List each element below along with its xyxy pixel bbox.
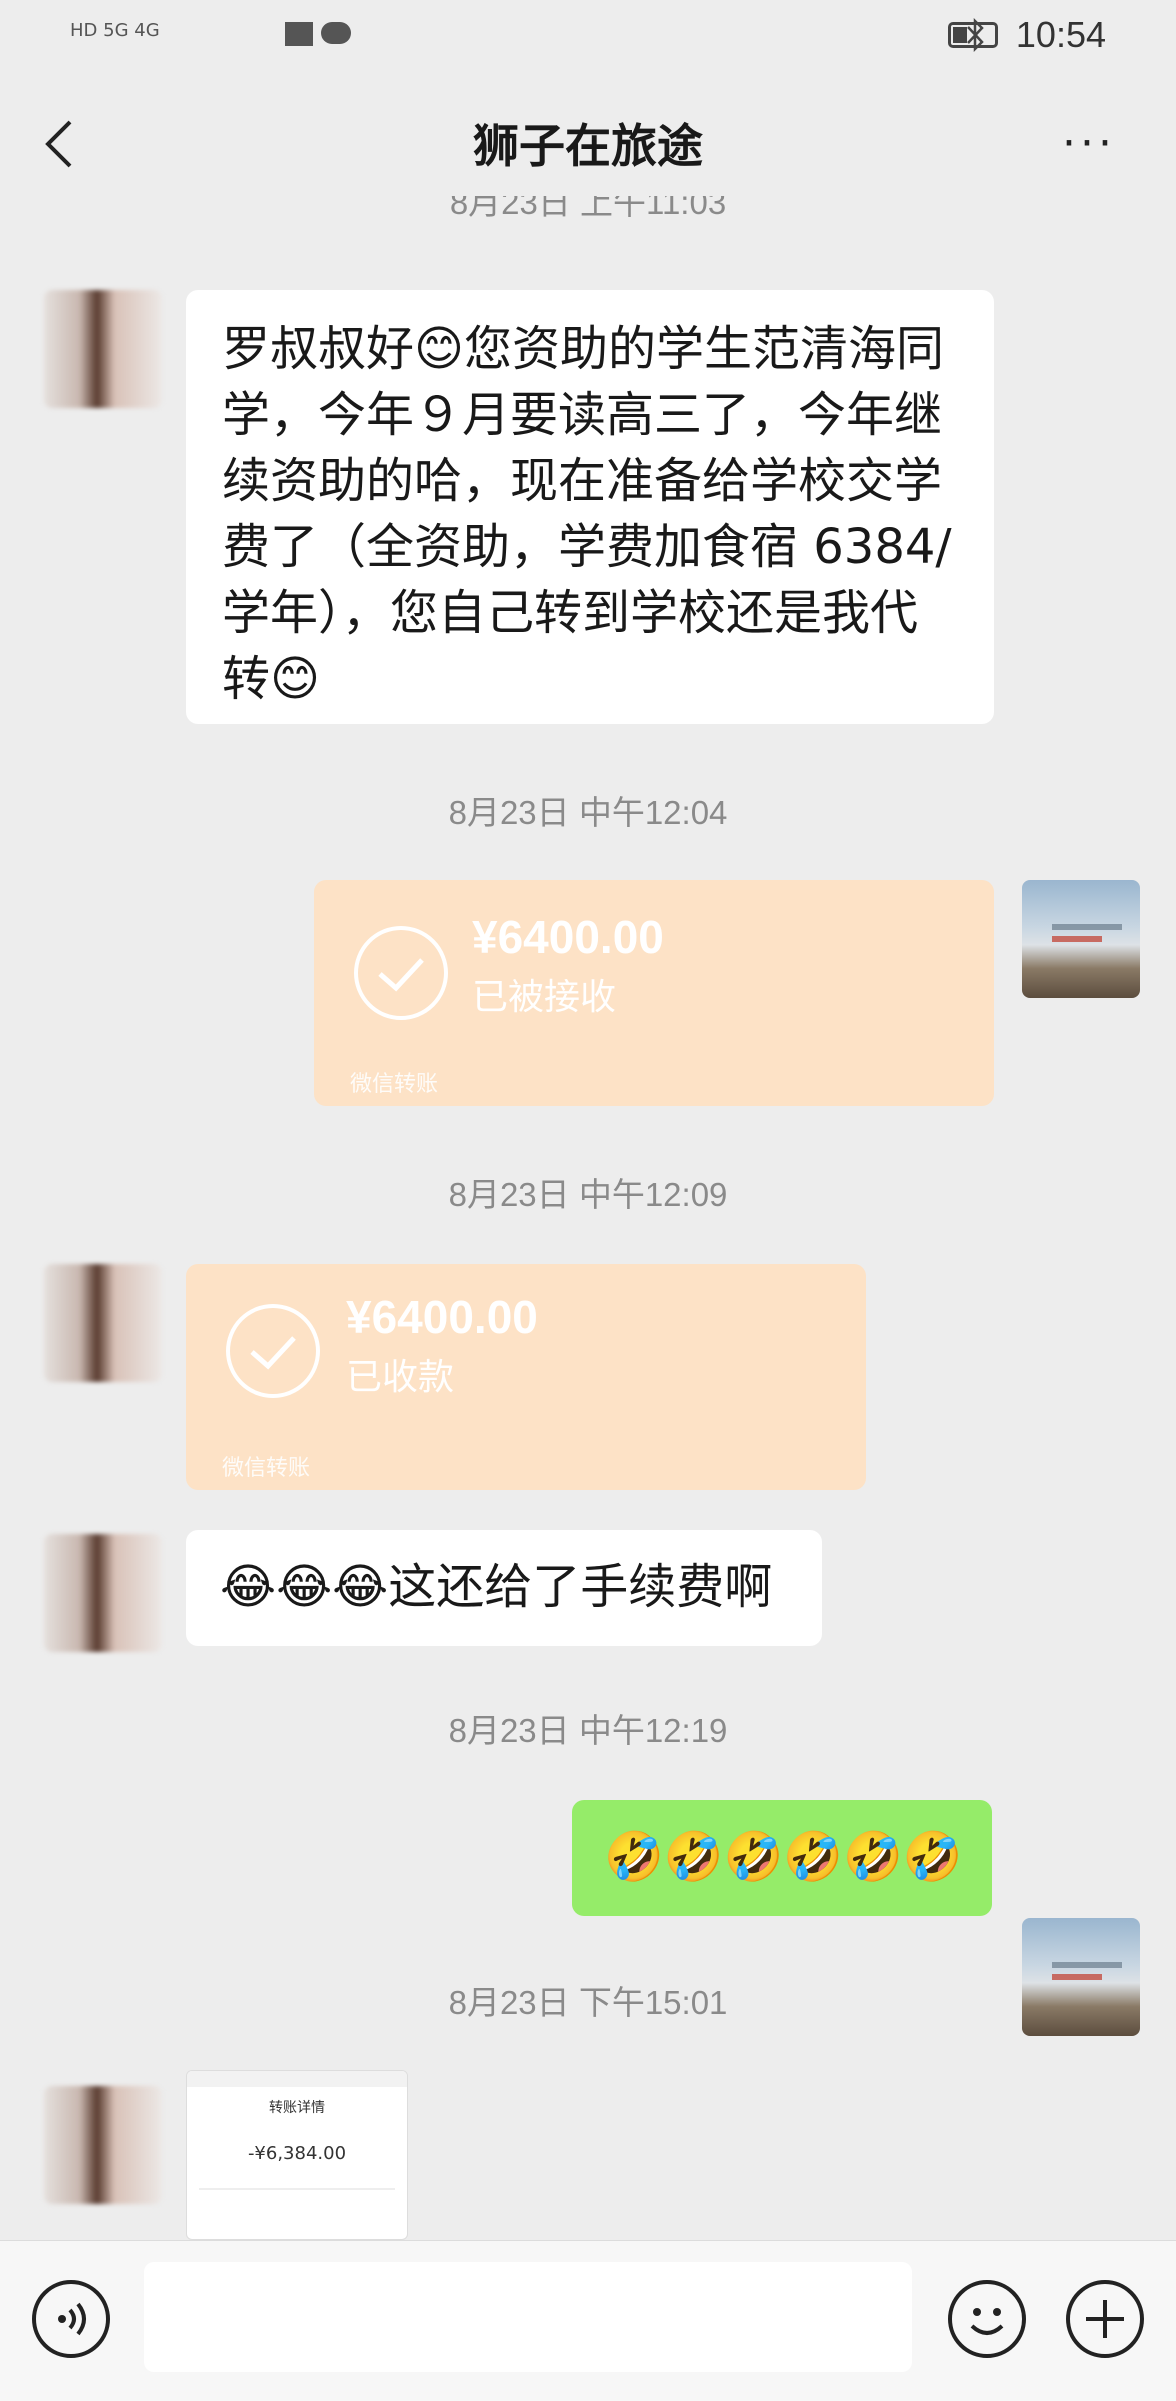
plus-button[interactable] <box>1066 2280 1144 2358</box>
timestamp: 8月23日 中午12:09 <box>448 1176 728 1213</box>
transfer-card[interactable]: ¥6400.00 已被接收 微信转账 <box>314 880 994 1106</box>
emoji-button[interactable] <box>948 2280 1026 2358</box>
more-button[interactable]: ··· <box>1062 118 1116 169</box>
avatar[interactable] <box>1022 880 1140 998</box>
transfer-amount: ¥6400.00 <box>472 911 664 963</box>
message-text: 罗叔叔好😊您资助的学生范清海同学，今年９月要读高三了，今年继续资助的哈，现在准备… <box>222 321 952 707</box>
receipt-amount: -¥6,384.00 <box>247 2143 347 2164</box>
image-message[interactable]: 转账详情 -¥6,384.00 <box>186 2070 408 2240</box>
check-icon <box>354 926 448 1020</box>
battery-icon <box>948 22 998 48</box>
message-text: 😂😂😂这还给了手续费啊 <box>220 1559 773 1615</box>
timestamp: 8月23日 上午11:03 <box>449 196 727 221</box>
timestamp: 8月23日 下午15:01 <box>448 1984 728 2021</box>
message-input[interactable] <box>144 2262 912 2372</box>
message-bubble[interactable]: 罗叔叔好😊您资助的学生范清海同学，今年９月要读高三了，今年继续资助的哈，现在准备… <box>186 290 994 724</box>
transfer-status: 已收款 <box>346 1357 455 1398</box>
avatar[interactable] <box>44 1264 162 1382</box>
receipt-title: 转账详情 <box>269 2100 325 2116</box>
clock: 10:54 <box>1015 14 1106 55</box>
status-bar: HD 5G 4G 10:54 <box>0 0 1176 72</box>
transfer-card[interactable]: ¥6400.00 已收款 微信转账 <box>186 1264 866 1490</box>
network-indicators: HD 5G 4G <box>70 8 365 54</box>
transfer-status: 已被接收 <box>472 977 617 1018</box>
transfer-footer: 微信转账 <box>222 1456 311 1481</box>
chat-title: 狮子在旅途 <box>473 119 703 173</box>
message-bubble[interactable]: 😂😂😂这还给了手续费啊 <box>186 1530 822 1646</box>
transfer-footer: 微信转账 <box>350 1072 439 1097</box>
check-icon <box>226 1304 320 1398</box>
timestamp: 8月23日 中午12:04 <box>448 794 728 831</box>
avatar[interactable] <box>44 290 162 408</box>
avatar[interactable] <box>44 2086 162 2204</box>
timestamp: 8月23日 中午12:19 <box>448 1712 728 1749</box>
voice-button[interactable] <box>32 2280 110 2358</box>
message-text: 🤣🤣🤣🤣🤣🤣 <box>604 1829 963 1885</box>
avatar[interactable] <box>44 1534 162 1652</box>
message-bubble[interactable]: 🤣🤣🤣🤣🤣🤣 <box>572 1800 992 1916</box>
transfer-amount: ¥6400.00 <box>346 1291 538 1343</box>
